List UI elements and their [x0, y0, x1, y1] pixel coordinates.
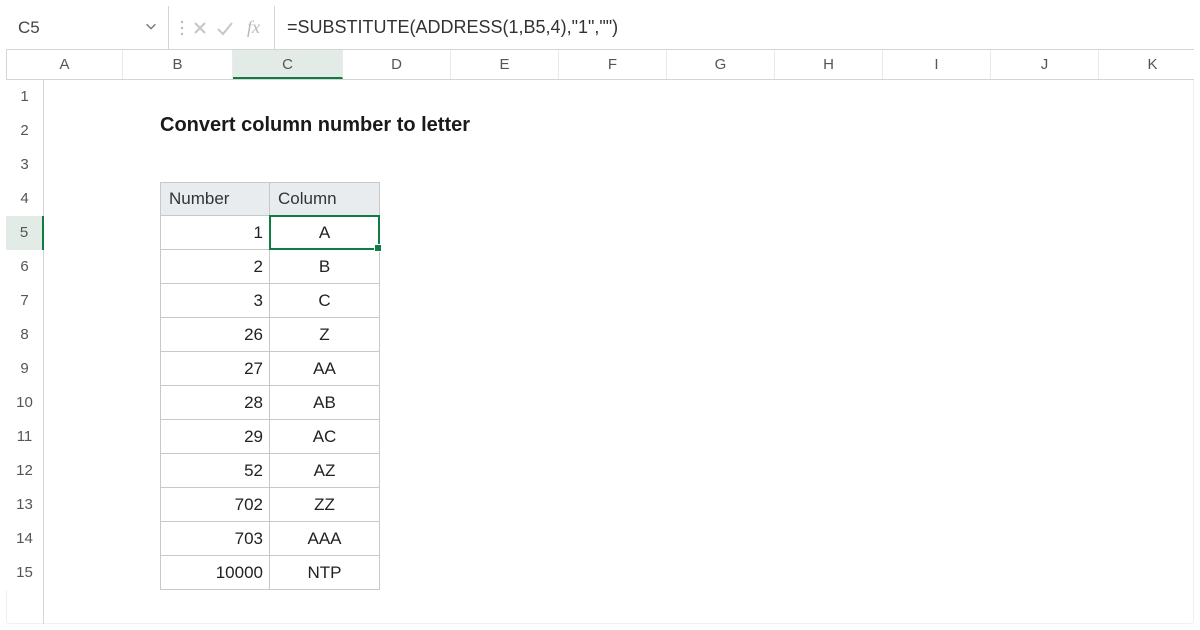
table-row: 10000NTP	[160, 556, 380, 590]
column-header-E[interactable]: E	[451, 50, 559, 79]
cell-column[interactable]: AA	[270, 352, 380, 386]
row-header-7[interactable]: 7	[6, 284, 43, 318]
data-table: Number Column 1A2B3C26Z27AA28AB29AC52AZ7…	[160, 182, 380, 590]
table-row: 27AA	[160, 352, 380, 386]
enter-icon[interactable]	[215, 19, 235, 37]
cell-number[interactable]: 703	[160, 522, 270, 556]
select-all-corner[interactable]	[6, 50, 7, 79]
table-row: 28AB	[160, 386, 380, 420]
app-window: C5 fx =SUBSTITUTE(ADDRESS(1,B5,4),"1",""…	[0, 0, 1200, 630]
column-header-A[interactable]: A	[7, 50, 123, 79]
cell-column[interactable]: AB	[270, 386, 380, 420]
row-header-5[interactable]: 5	[6, 216, 44, 250]
row-header-2[interactable]: 2	[6, 114, 43, 148]
page-title: Convert column number to letter	[160, 114, 470, 137]
table-row: 703AAA	[160, 522, 380, 556]
cell-column[interactable]: NTP	[270, 556, 380, 590]
cell-number[interactable]: 1	[160, 216, 270, 250]
cell-number[interactable]: 52	[160, 454, 270, 488]
row-headers: 123456789101112131415	[6, 80, 44, 624]
header-number[interactable]: Number	[160, 182, 270, 216]
vertical-dots-icon	[179, 19, 185, 37]
cells-area[interactable]: Convert column number to letter Number C…	[44, 80, 1194, 624]
cell-column[interactable]: AAA	[270, 522, 380, 556]
name-box[interactable]: C5	[6, 6, 169, 49]
column-header-H[interactable]: H	[775, 50, 883, 79]
cell-column[interactable]: Z	[270, 318, 380, 352]
table-row: 26Z	[160, 318, 380, 352]
cell-column[interactable]: AZ	[270, 454, 380, 488]
row-header-6[interactable]: 6	[6, 250, 43, 284]
row-header-11[interactable]: 11	[6, 420, 43, 454]
table-row: 2B	[160, 250, 380, 284]
column-header-B[interactable]: B	[123, 50, 233, 79]
formula-bar-buttons: fx	[169, 6, 275, 49]
row-header-9[interactable]: 9	[6, 352, 43, 386]
column-header-F[interactable]: F	[559, 50, 667, 79]
table-header-row: Number Column	[160, 182, 380, 216]
column-header-G[interactable]: G	[667, 50, 775, 79]
fx-icon[interactable]: fx	[241, 17, 264, 38]
column-header-C[interactable]: C	[233, 50, 343, 79]
grid: ABCDEFGHIJK 123456789101112131415 Conver…	[6, 50, 1194, 624]
row-header-14[interactable]: 14	[6, 522, 43, 556]
column-header-I[interactable]: I	[883, 50, 991, 79]
formula-bar-row: C5 fx =SUBSTITUTE(ADDRESS(1,B5,4),"1",""…	[6, 6, 1194, 50]
cell-number[interactable]: 27	[160, 352, 270, 386]
row-header-10[interactable]: 10	[6, 386, 43, 420]
row-header-15[interactable]: 15	[6, 556, 43, 590]
row-header-8[interactable]: 8	[6, 318, 43, 352]
table-row: 1A	[160, 216, 380, 250]
chevron-down-icon[interactable]	[144, 19, 158, 37]
cell-number[interactable]: 10000	[160, 556, 270, 590]
row-header-4[interactable]: 4	[6, 182, 43, 216]
cell-number[interactable]: 702	[160, 488, 270, 522]
cell-number[interactable]: 29	[160, 420, 270, 454]
cell-number[interactable]: 28	[160, 386, 270, 420]
row-header-3[interactable]: 3	[6, 148, 43, 182]
cell-column[interactable]: A	[270, 216, 380, 250]
cell-column[interactable]: B	[270, 250, 380, 284]
column-headers: ABCDEFGHIJK	[6, 50, 1194, 80]
table-row: 29AC	[160, 420, 380, 454]
formula-input[interactable]: =SUBSTITUTE(ADDRESS(1,B5,4),"1","")	[275, 6, 1194, 49]
table-row: 52AZ	[160, 454, 380, 488]
name-box-text: C5	[18, 18, 40, 38]
cell-number[interactable]: 2	[160, 250, 270, 284]
cell-column[interactable]: C	[270, 284, 380, 318]
cell-number[interactable]: 3	[160, 284, 270, 318]
table-row: 3C	[160, 284, 380, 318]
row-header-1[interactable]: 1	[6, 80, 43, 114]
formula-text: =SUBSTITUTE(ADDRESS(1,B5,4),"1","")	[287, 17, 618, 38]
cell-column[interactable]: ZZ	[270, 488, 380, 522]
cell-number[interactable]: 26	[160, 318, 270, 352]
column-header-K[interactable]: K	[1099, 50, 1194, 79]
row-header-13[interactable]: 13	[6, 488, 43, 522]
table-row: 702ZZ	[160, 488, 380, 522]
header-column[interactable]: Column	[270, 182, 380, 216]
cell-column[interactable]: AC	[270, 420, 380, 454]
cancel-icon[interactable]	[191, 19, 209, 37]
row-header-12[interactable]: 12	[6, 454, 43, 488]
column-header-D[interactable]: D	[343, 50, 451, 79]
column-header-J[interactable]: J	[991, 50, 1099, 79]
